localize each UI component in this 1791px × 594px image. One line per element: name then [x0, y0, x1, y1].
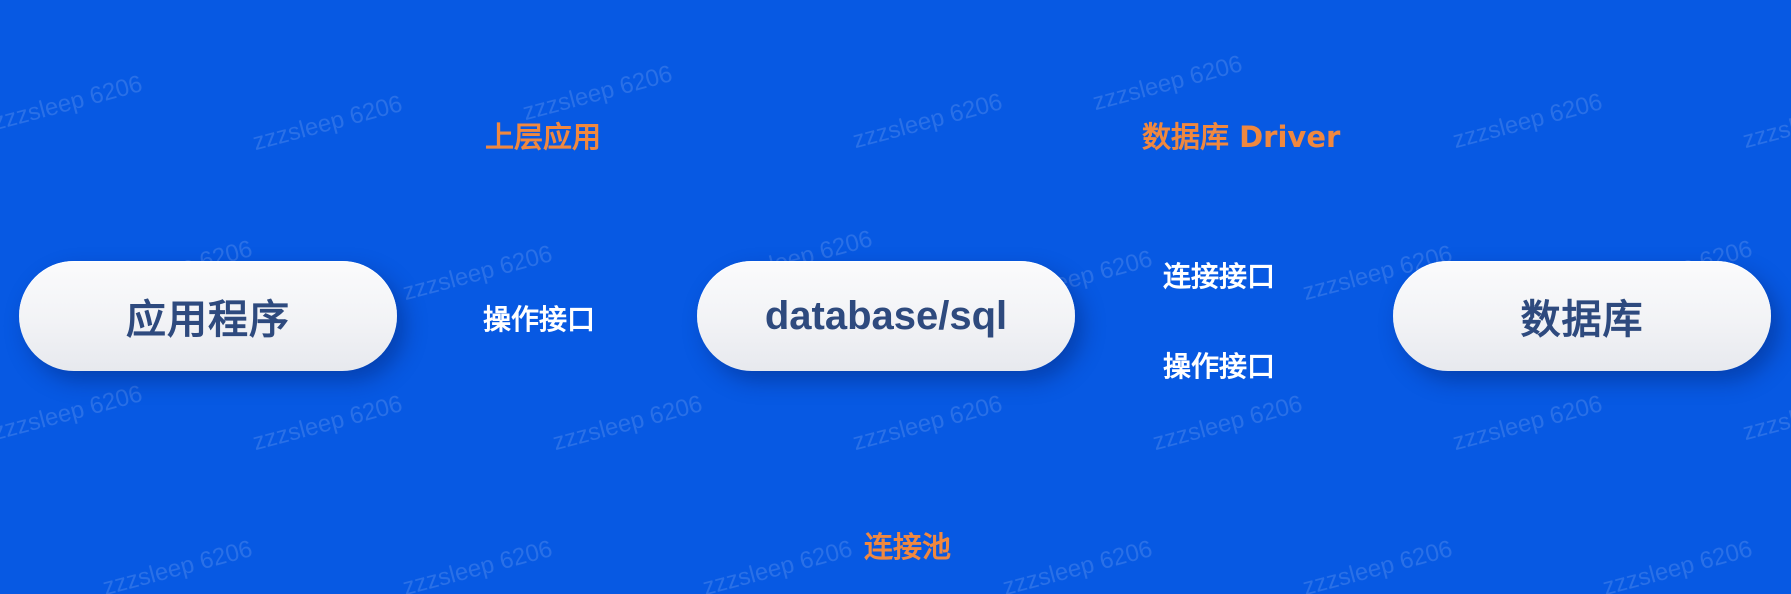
diagram-canvas: zzzsleep 6206 zzzsleep 6206 zzzsleep 620… — [0, 0, 1791, 594]
connection-pool-label: 连接池 — [864, 530, 952, 564]
database-sql-node: database/sql — [697, 261, 1075, 371]
watermark-text: zzzsleep 6206 — [1000, 535, 1156, 594]
watermark-text: zzzsleep 6206 — [250, 390, 406, 457]
upper-app-label: 上层应用 — [485, 120, 602, 154]
watermark-text: zzzsleep 6206 — [250, 90, 406, 157]
connection-interface-label: 连接接口 — [1163, 260, 1276, 293]
operation-interface-label-left: 操作接口 — [483, 303, 596, 336]
watermark-text: zzzsleep 6206 — [100, 535, 256, 594]
watermark-text: zzzsleep 6206 — [850, 390, 1006, 457]
watermark-text: zzzsleep 6206 — [1090, 50, 1246, 117]
watermark-text: zzzsleep 6206 — [400, 535, 556, 594]
database-node-label: 数据库 — [1520, 297, 1644, 343]
watermark-text: zzzsleep 6206 — [1450, 390, 1606, 457]
watermark-text: zzzsleep 6206 — [850, 88, 1006, 155]
database-sql-node-label: database/sql — [764, 293, 1008, 338]
db-driver-label: 数据库 Driver — [1142, 120, 1341, 154]
watermark-text: zzzsleep 6206 — [1740, 380, 1791, 447]
watermark-text: zzzsleep 6206 — [1450, 88, 1606, 155]
watermark-text: zzzsleep 6206 — [1150, 390, 1306, 457]
watermark-text: zzzsleep 6206 — [550, 390, 706, 457]
watermark-text: zzzsleep 6206 — [700, 535, 856, 594]
database-node: 数据库 — [1393, 261, 1771, 371]
watermark-text: zzzsleep 6206 — [0, 70, 146, 137]
application-node: 应用程序 — [19, 261, 397, 371]
application-node-label: 应用程序 — [126, 297, 290, 343]
watermark-text: zzzsleep 6206 — [1740, 88, 1791, 155]
watermark-text: zzzsleep 6206 — [1600, 535, 1756, 594]
operation-interface-label-right: 操作接口 — [1163, 350, 1276, 383]
watermark-text: zzzsleep 6206 — [1300, 535, 1456, 594]
watermark-text: zzzsleep 6206 — [0, 380, 146, 447]
